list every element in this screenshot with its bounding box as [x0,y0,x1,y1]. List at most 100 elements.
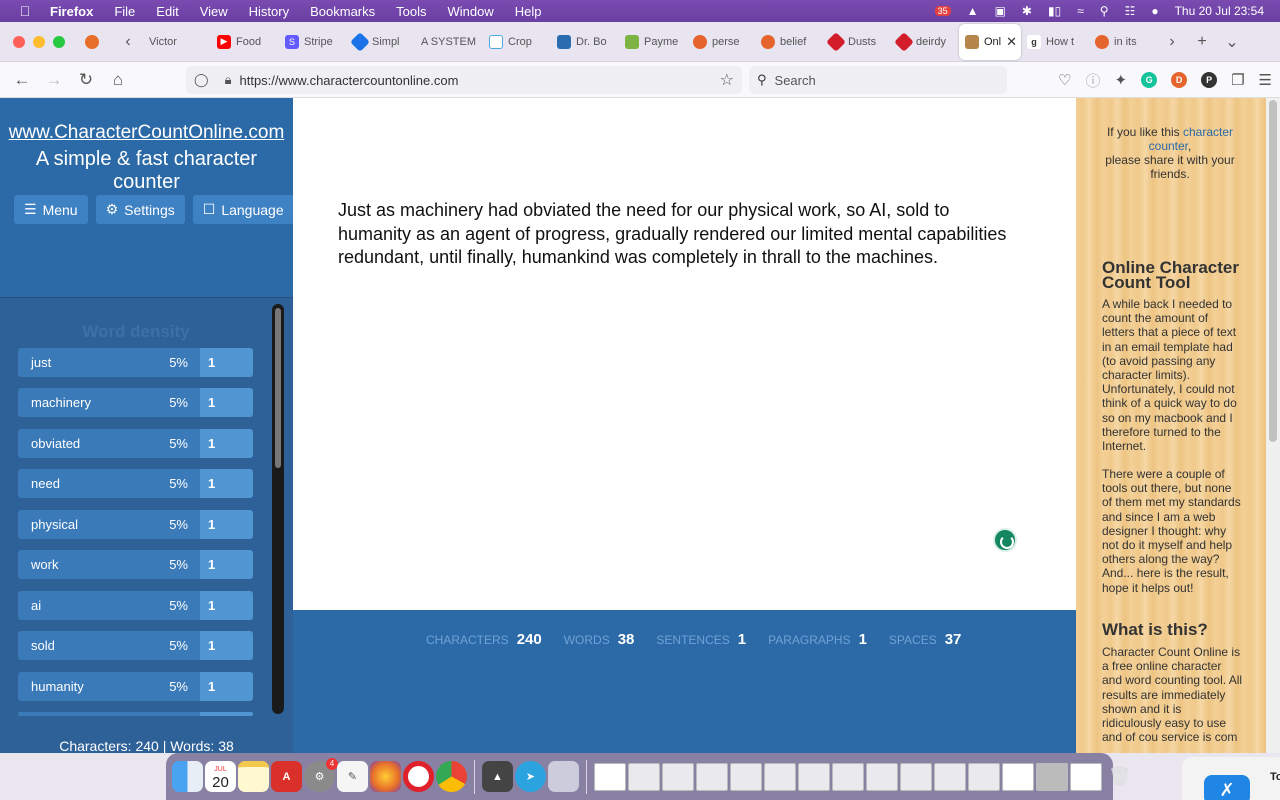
tab-stripe[interactable]: S Stripe [279,24,347,60]
menu-file[interactable]: File [114,4,135,19]
wifi-icon[interactable]: ≈ [1077,4,1084,18]
menu-edit[interactable]: Edit [156,4,178,19]
acrobat-icon[interactable]: A [271,761,302,792]
apple-icon[interactable]:  [16,3,34,19]
word-density-panel[interactable]: Word density just 5% 1 machinery 5% 1 obviat… [0,297,293,753]
tab-how[interactable]: g How t [1021,24,1089,60]
tab-food[interactable]: ▶ Food [211,24,279,60]
minimized-window-thumbnail[interactable] [968,762,1000,791]
trash-icon[interactable]: 🗑︎ [1104,761,1135,792]
tab-payme[interactable]: Payme [619,24,687,60]
text-editor[interactable]: Just as machinery had obviated the need … [293,98,1076,610]
minimized-window-thumbnail[interactable] [934,762,966,791]
bluetooth-icon[interactable]: ✱ [1022,4,1032,18]
minimized-window-thumbnail[interactable] [1070,762,1102,791]
menu-help[interactable]: Help [515,4,542,19]
menubar-clock[interactable]: Thu 20 Jul 23:54 [1175,4,1264,18]
tab-belief[interactable]: belief [755,24,823,60]
search-bar[interactable]: ⚲ Search [749,66,1007,94]
back-arrow-icon[interactable]: ← [6,70,38,90]
minimized-window-thumbnail[interactable] [730,762,762,791]
control-center-icon[interactable]: ☷ [1125,4,1136,18]
menu-bookmarks[interactable]: Bookmarks [310,4,375,19]
notification-banner[interactable]: ✗ To [1182,757,1280,800]
grammarly-extension-icon[interactable]: G [1141,72,1158,88]
minimized-window-thumbnail[interactable] [696,762,728,791]
alfred-icon[interactable]: ▲ [482,761,513,792]
finder-icon[interactable] [172,761,203,792]
hamburger-menu-icon[interactable]: ☰ [1259,71,1272,89]
url-text[interactable]: https://www.charactercountonline.com [239,73,458,88]
notes-icon[interactable] [238,761,269,792]
tab-deirdy[interactable]: deirdy [891,24,959,60]
minimized-window-thumbnail[interactable] [1002,762,1034,791]
system-settings-icon[interactable]: ⚙ 4 [304,758,338,792]
minimized-window-thumbnail[interactable] [900,762,932,791]
home-icon[interactable]: ⌂ [102,70,134,90]
bookmark-star-icon[interactable]: ☆ [720,70,734,90]
tab-dr-bo[interactable]: Dr. Bo [551,24,619,60]
chrome-icon[interactable] [436,761,467,792]
preview-icon[interactable] [548,761,579,792]
minimized-window-thumbnail[interactable] [866,762,898,791]
display-icon[interactable]: ▣ [995,4,1006,18]
forward-arrow-icon[interactable]: → [38,70,70,90]
list-all-tabs-button[interactable]: ⌄ [1217,32,1247,52]
menu-window[interactable]: Window [448,4,494,19]
scroll-tabs-left-button[interactable]: ‹ [113,33,143,51]
tab-victor[interactable]: Victor [143,24,211,60]
density-scrollbar[interactable] [272,304,284,714]
close-window-button[interactable] [13,35,25,48]
close-tab-icon[interactable]: ✕ [1006,34,1017,50]
editor-text[interactable]: Just as machinery had obviated the need … [338,199,1008,270]
script-editor-icon[interactable]: ✎ [337,761,368,792]
menu-view[interactable]: View [200,4,228,19]
tab-a-system[interactable]: A SYSTEM [415,24,483,60]
tab-crop[interactable]: Crop [483,24,551,60]
shield-icon[interactable]: ◯ [194,72,209,88]
tab-simpl[interactable]: Simpl [347,24,415,60]
info-extension-icon[interactable]: ⓘ [1086,70,1101,91]
menu-app-name[interactable]: Firefox [50,4,93,19]
battery-icon[interactable]: ▮▯ [1048,4,1061,18]
tab-dusts[interactable]: Dusts [823,24,891,60]
language-button[interactable]: ☐ Language [192,195,294,224]
extensions-puzzle-icon[interactable]: ❐ [1231,71,1244,89]
zoom-window-button[interactable] [53,35,65,48]
url-bar[interactable]: ◯ 🔒︎ https://www.charactercountonline.co… [186,66,742,94]
siri-icon[interactable]: ● [1151,4,1158,18]
new-tab-button[interactable]: + [1187,33,1217,51]
site-brand-link[interactable]: www.CharacterCountOnline.com [0,122,293,144]
telegram-icon[interactable]: ➤ [515,761,546,792]
minimized-window-thumbnail[interactable] [594,762,626,791]
tab-active-character-count[interactable]: Onl ✕ [959,23,1021,60]
bolt-extension-icon[interactable]: ✦ [1115,71,1128,89]
hat-icon[interactable]: ▲ [967,4,979,18]
calendar-icon[interactable]: JUL 20 [205,761,236,792]
page-scrollbar-thumb[interactable] [1269,100,1277,442]
minimized-window-thumbnail[interactable] [662,762,694,791]
duckduckgo-extension-icon[interactable]: D [1171,72,1188,88]
density-scrollbar-thumb[interactable] [275,308,281,468]
grammarly-status-icon[interactable] [993,528,1017,552]
lock-icon[interactable]: 🔒︎ [225,72,232,88]
p-extension-icon[interactable]: P [1201,72,1218,88]
reload-icon[interactable]: ↻ [70,70,102,90]
menu-tools[interactable]: Tools [396,4,426,19]
settings-button[interactable]: ⚙ Settings [95,195,185,224]
firefox-dock-icon[interactable] [370,761,401,792]
pocket-icon[interactable]: ♡ [1058,71,1071,89]
minimized-window-thumbnail[interactable] [764,762,796,791]
page-scrollbar[interactable] [1266,98,1280,753]
menu-button[interactable]: ☰ Menu [14,195,88,224]
menu-history[interactable]: History [249,4,289,19]
opera-icon[interactable] [403,761,434,792]
status-badge[interactable]: 35 [934,6,951,16]
minimize-window-button[interactable] [33,35,45,48]
tab-perse[interactable]: perse [687,24,755,60]
minimized-window-thumbnail[interactable] [1036,762,1068,791]
tab-in-its[interactable]: in its [1089,24,1157,60]
spotlight-icon[interactable]: ⚲ [1100,4,1109,18]
tab-firefox-view[interactable] [79,24,113,60]
minimized-window-thumbnail[interactable] [832,762,864,791]
